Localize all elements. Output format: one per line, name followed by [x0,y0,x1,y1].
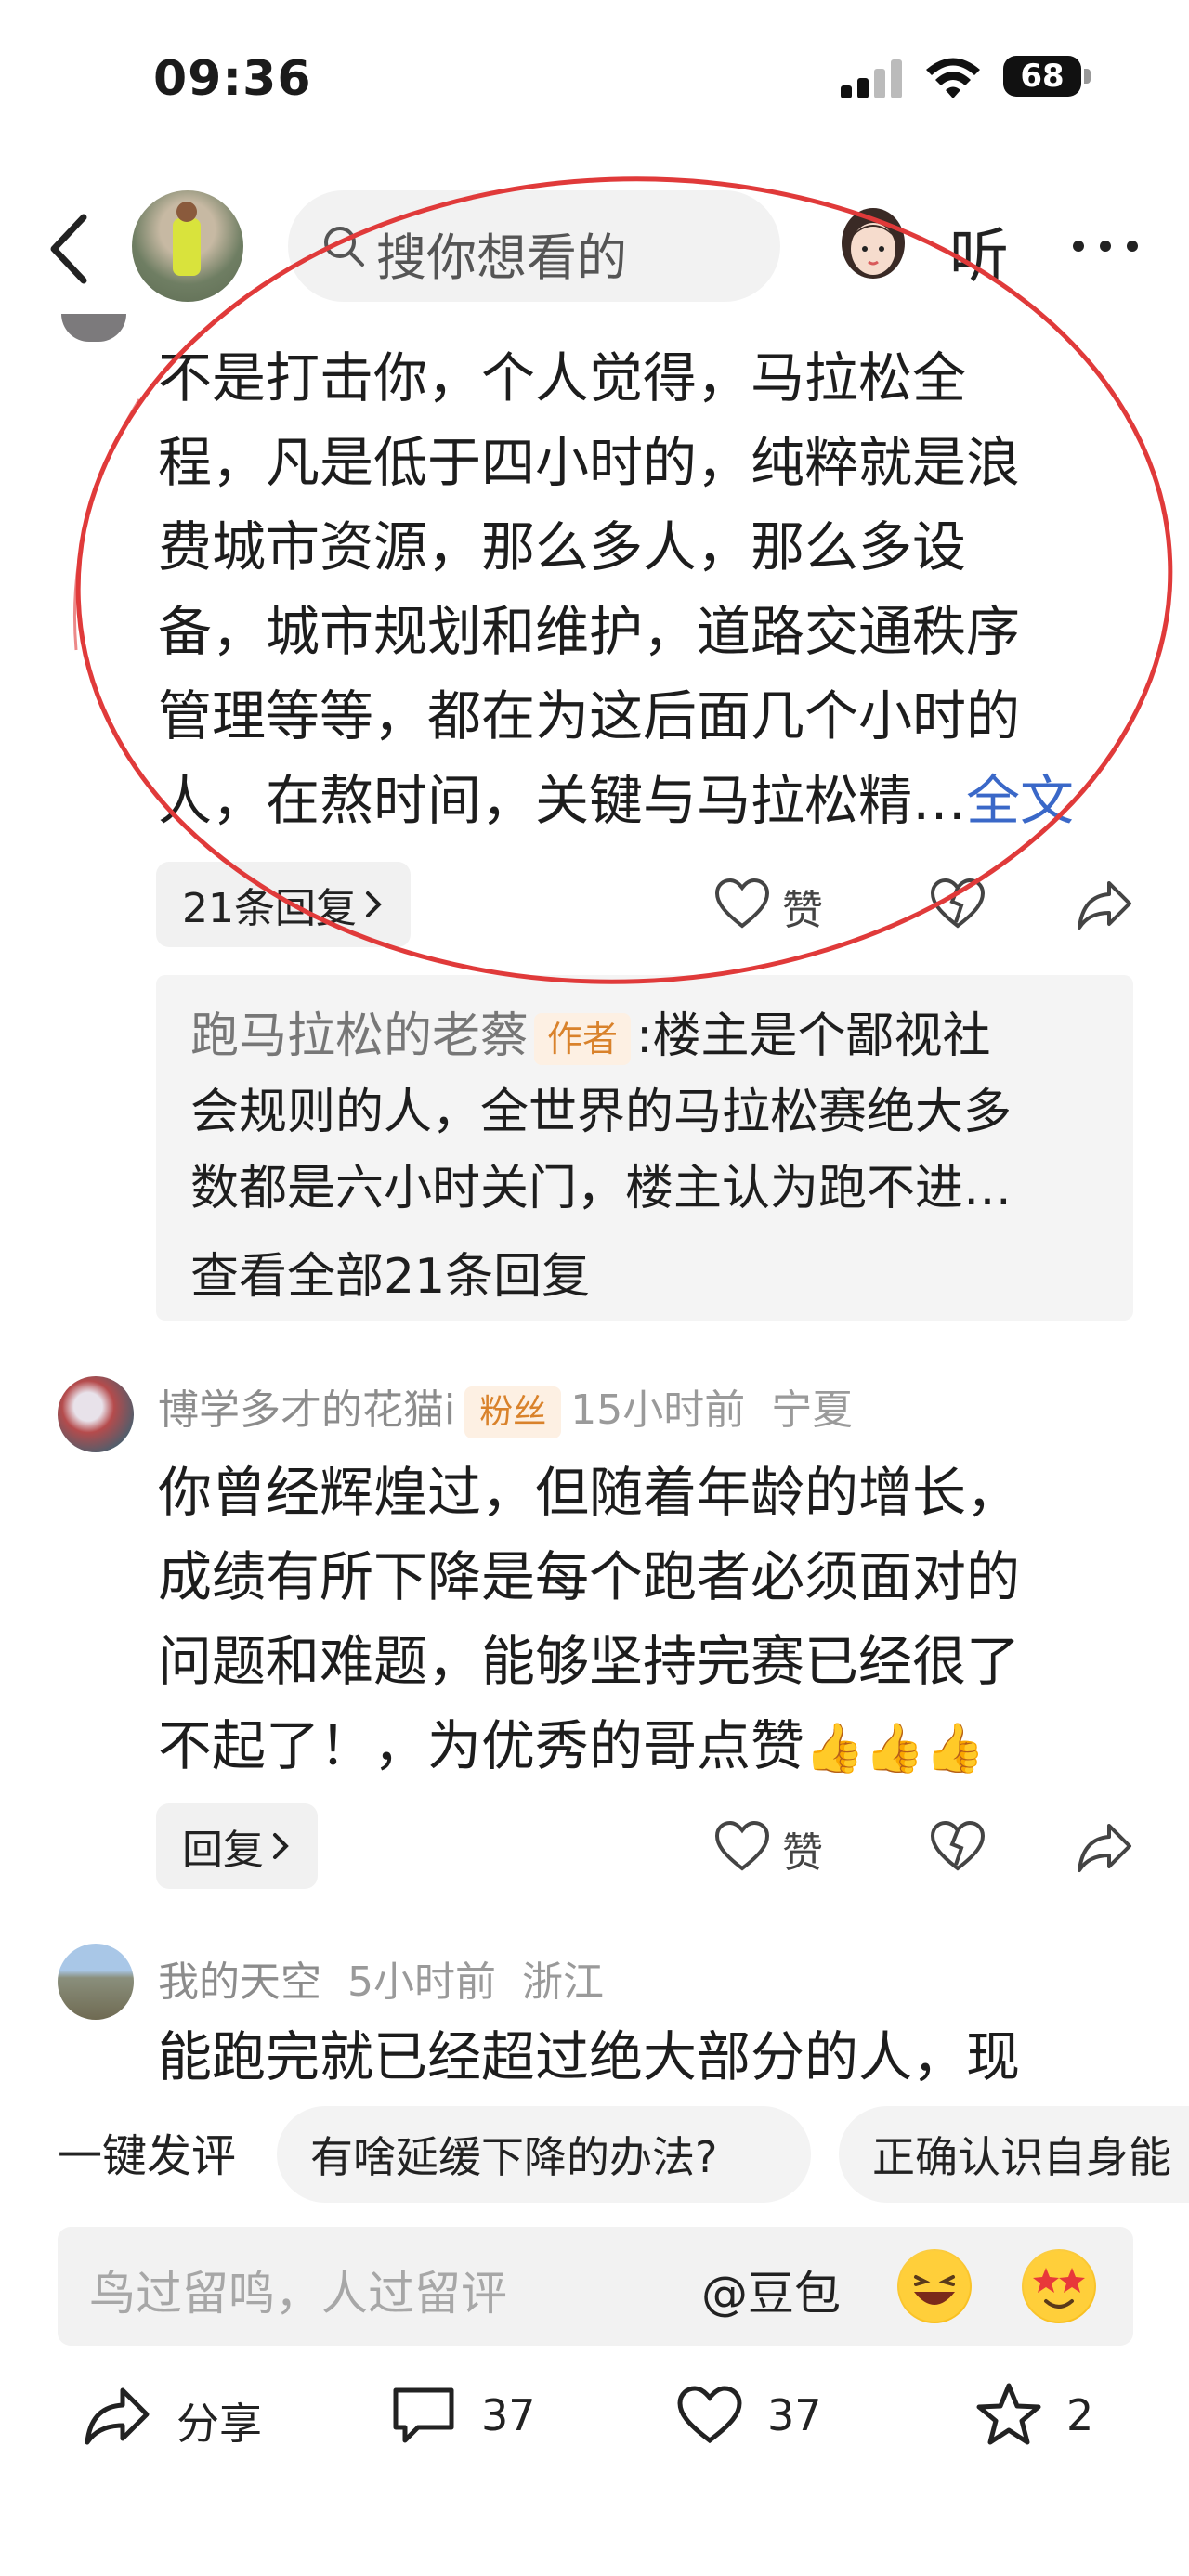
comment-line: 管理等等，都在为这后面几个小时的 [158,684,1021,748]
comment-line: 程，凡是低于四小时的，纯粹就是浪 [158,431,1021,494]
comment-1-text[interactable]: 不是打击你，个人觉得，马拉松全 程，凡是低于四小时的，纯粹就是浪 费城市资源，那… [158,336,1143,843]
star-eyes-emoji-icon[interactable] [1022,2249,1096,2323]
view-all-replies-link[interactable]: 查看全部21条回复 [190,1237,590,1307]
reply-line-2: 会规则的人，全世界的马拉松赛绝大多 [190,1085,1013,1140]
wifi-icon [926,58,980,98]
quick-reply-chip[interactable]: 有啥延缓下降的办法? [277,2106,811,2203]
share-label[interactable]: 分享 [176,2390,262,2452]
thumbs-up-emojis: 👍👍👍 [804,1721,986,1776]
battery-tip [1084,69,1091,84]
favorite-star-icon[interactable] [975,2382,1042,2447]
chevron-right-icon [366,891,382,917]
comment-line: 备，城市规划和维护，道路交通秩序 [158,600,1021,663]
battery-indicator: 68 [1003,56,1081,97]
comment-3-text[interactable]: 能跑完就已经超过绝大部分的人，现 [158,2015,1143,2100]
like-heart-icon[interactable] [676,2385,743,2446]
like-count[interactable]: 37 [767,2390,822,2440]
commenter-name[interactable]: 我的天空 [158,1958,321,2006]
commenter-name[interactable]: 博学多才的花猫i [158,1386,455,1434]
like-label[interactable]: 赞 [782,877,823,936]
reply-button[interactable]: 回复 [156,1803,318,1889]
commenter-avatar[interactable] [58,1376,134,1452]
comment-2-meta: 博学多才的花猫i 粉丝 15小时前 宁夏 [158,1376,853,1438]
listen-button[interactable]: 听 [949,209,1009,294]
quick-comment-label: 一键发评 [58,2130,237,2182]
comment-time: 5小时前 [346,1958,496,2006]
comment-line-text: 人，在熬时间，关键与马拉松精… [158,769,967,832]
share-icon[interactable] [84,2385,150,2446]
comment-line: 问题和难题，能够坚持完赛已经很了 [158,1630,1021,1693]
dislike-broken-heart-icon[interactable] [929,876,986,933]
commenter-avatar[interactable] [58,1944,134,2020]
comment-line: 成绩有所下降是每个跑者必须面对的 [158,1545,1021,1608]
replies-button[interactable]: 21条回复 [156,862,411,947]
back-arrow-icon[interactable] [45,212,95,286]
comment-input-placeholder: 鸟过留鸣，人过留评 [89,2267,507,2321]
assistant-avatar-icon[interactable] [831,204,915,288]
quick-reply-chip[interactable]: 正确认识自身能 [839,2106,1189,2203]
reply-line-3: 数都是六小时关门，楼主认为跑不进… [190,1161,1013,1216]
comment-location: 浙江 [521,1958,604,2006]
reply-line-1: 跑马拉松的老蔡 作者:楼主是个鄙视社 [190,998,1119,1074]
favorite-count[interactable]: 2 [1066,2390,1093,2440]
comment-time: 15小时前 [570,1386,746,1434]
replies-button-label: 21条回复 [182,885,357,932]
share-arrow-icon[interactable] [1076,1818,1133,1876]
laughing-emoji-icon[interactable] [897,2249,972,2323]
reply-button-label: 回复 [182,1827,264,1874]
status-time: 09:36 [153,51,312,107]
comment-line: 不起了！，为优秀的哥点赞👍👍👍 [158,1704,1143,1791]
comment-location: 宁夏 [771,1386,854,1434]
author-tag: 作者 [534,1013,632,1065]
full-text-link[interactable]: 全文 [966,769,1074,832]
comment-line: 费城市资源，那么多人，那么多设 [158,515,967,579]
more-options-icon[interactable] [1073,238,1138,256]
search-placeholder: 搜你想看的 [376,228,627,287]
like-heart-icon[interactable] [713,1818,771,1876]
share-arrow-icon[interactable] [1076,876,1133,933]
mention-doubao-button[interactable]: @豆包 [701,2257,841,2323]
comment-line: 你曾经辉煌过，但随着年龄的增长， [158,1461,1021,1524]
commenter-avatar[interactable] [61,314,126,342]
reply-author-name[interactable]: 跑马拉松的老蔡 [190,1008,529,1064]
dislike-broken-heart-icon[interactable] [929,1818,986,1876]
comment-line-text: 不起了！，为优秀的哥点赞 [158,1714,805,1777]
like-heart-icon[interactable] [713,876,771,933]
fan-tag: 粉丝 [464,1386,562,1438]
author-avatar[interactable] [132,190,243,302]
search-icon [324,227,364,267]
like-label[interactable]: 赞 [782,1819,823,1879]
comment-2-text[interactable]: 你曾经辉煌过，但随着年龄的增长， 成绩有所下降是每个跑者必须面对的 问题和难题，… [158,1451,1143,1791]
comment-bubble-icon[interactable] [390,2385,457,2446]
reply-text: :楼主是个鄙视社 [636,1008,991,1064]
chevron-right-icon [273,1833,289,1859]
comment-3-meta: 我的天空 5小时前 浙江 [158,1948,604,2008]
comment-line: 人，在熬时间，关键与马拉松精…全文 [158,759,1143,843]
cellular-signal-icon [841,58,906,98]
comment-line: 不是打击你，个人觉得，马拉松全 [158,346,967,410]
comment-count[interactable]: 37 [481,2390,536,2440]
